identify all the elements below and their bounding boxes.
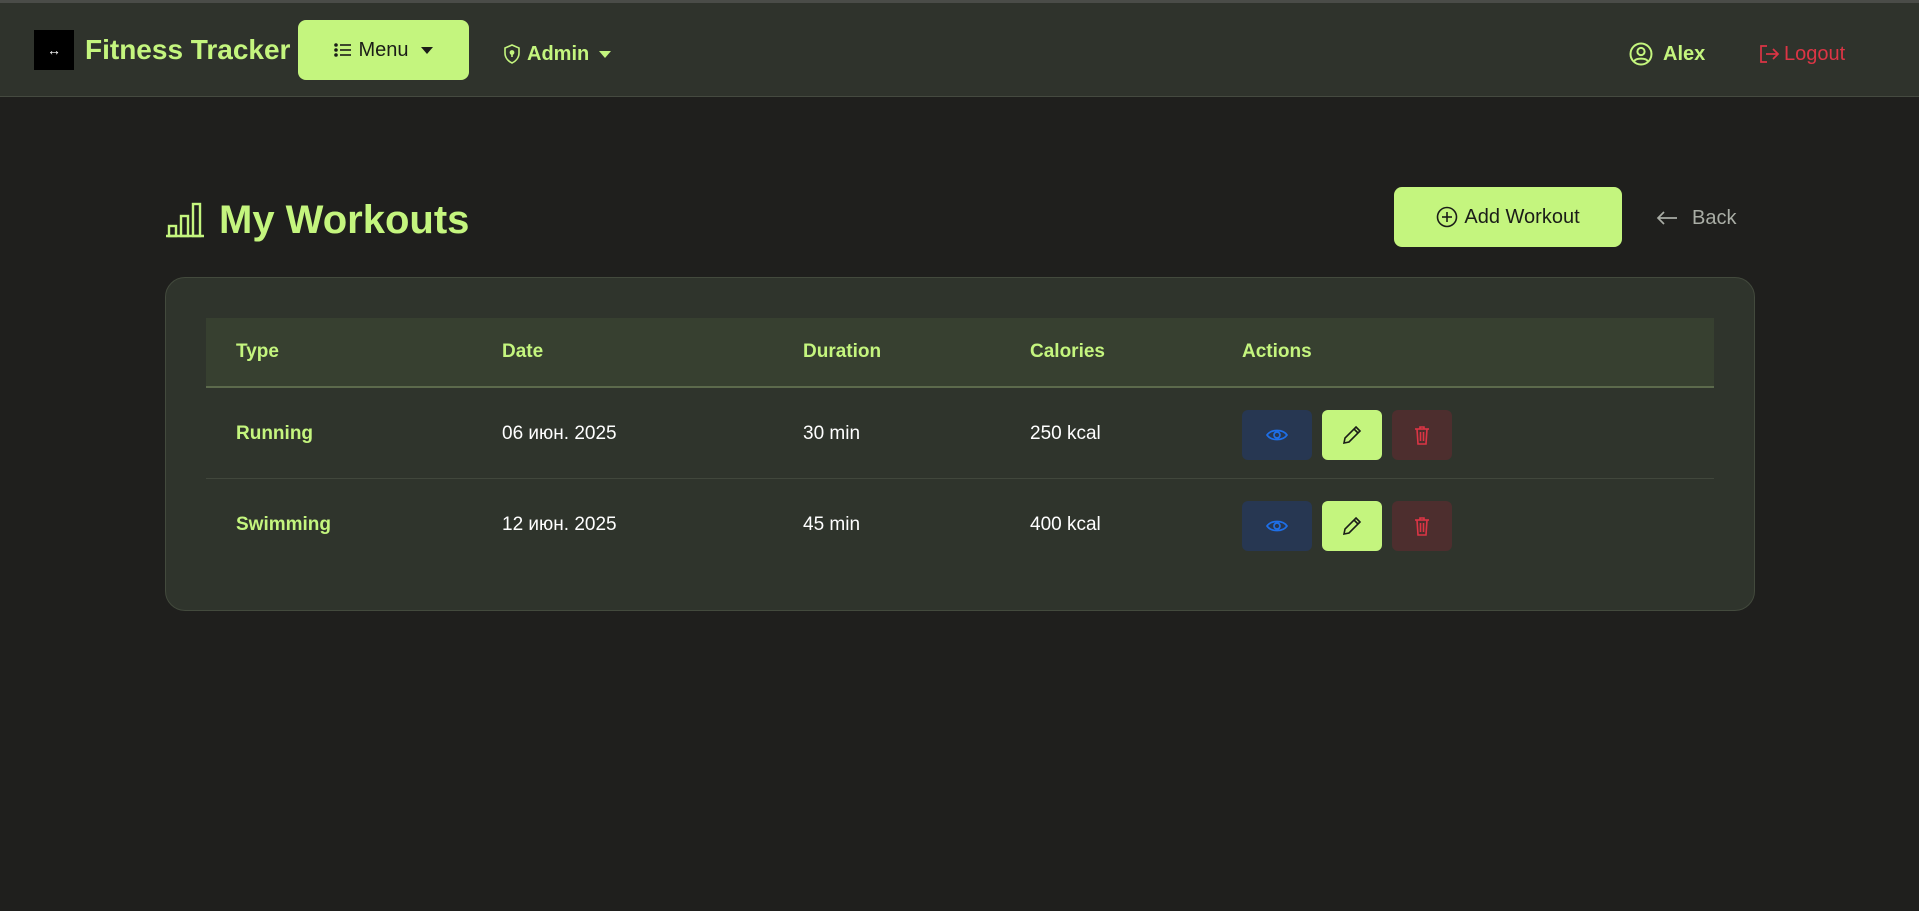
table-header: Type Date Duration Calories Actions <box>206 318 1714 388</box>
column-header-type: Type <box>236 341 279 362</box>
page-header: My Workouts <box>165 195 469 245</box>
back-link[interactable]: Back <box>1656 203 1736 233</box>
navbar: ↔ Fitness Tracker Menu Admin Alex Logout <box>0 3 1919 97</box>
edit-button[interactable] <box>1322 501 1382 551</box>
user-name: Alex <box>1663 42 1706 65</box>
cell-type: Running <box>236 423 314 444</box>
user-circle-icon <box>1629 42 1653 66</box>
workouts-card: Type Date Duration Calories Actions Runn… <box>165 277 1755 611</box>
cell-calories: 400 kcal <box>1030 514 1101 535</box>
logout-label: Logout <box>1784 42 1846 65</box>
trash-icon <box>1414 516 1430 536</box>
logout-link[interactable]: Logout <box>1758 39 1845 69</box>
column-header-calories: Calories <box>1030 341 1105 362</box>
view-button[interactable] <box>1242 501 1312 551</box>
cell-date: 06 июн. 2025 <box>502 423 617 444</box>
brand-name: Fitness Tracker <box>85 34 291 65</box>
admin-label: Admin <box>527 42 590 65</box>
caret-down-icon <box>599 50 612 58</box>
delete-button[interactable] <box>1392 410 1452 460</box>
user-profile-link[interactable]: Alex <box>1629 39 1705 69</box>
admin-dropdown[interactable]: Admin <box>503 40 612 68</box>
bar-chart-icon <box>165 202 205 238</box>
menu-dropdown-button[interactable]: Menu <box>298 20 469 80</box>
pencil-icon <box>1342 425 1362 445</box>
edit-button[interactable] <box>1322 410 1382 460</box>
pencil-icon <box>1342 516 1362 536</box>
eye-icon <box>1266 428 1288 442</box>
plus-circle-icon <box>1436 206 1458 228</box>
dumbbell-icon: ↔ <box>34 30 74 70</box>
cell-type: Swimming <box>236 514 332 535</box>
table-row: Swimming 12 июн. 2025 45 min 400 kcal <box>206 480 1714 570</box>
caret-down-icon <box>420 46 433 54</box>
cell-duration: 30 min <box>803 423 861 444</box>
add-workout-label: Add Workout <box>1464 205 1580 228</box>
row-actions <box>1242 410 1462 460</box>
eye-icon <box>1266 519 1288 533</box>
column-header-actions: Actions <box>1242 341 1312 362</box>
menu-label: Menu <box>358 38 409 61</box>
arrow-left-icon <box>1656 211 1678 225</box>
logout-icon <box>1758 44 1780 64</box>
cell-duration: 45 min <box>803 514 861 535</box>
add-workout-button[interactable]: Add Workout <box>1394 187 1622 247</box>
cell-calories: 250 kcal <box>1030 423 1101 444</box>
row-actions <box>1242 501 1462 551</box>
back-label: Back <box>1692 206 1737 229</box>
shield-icon <box>503 44 521 64</box>
column-header-duration: Duration <box>803 341 882 362</box>
cell-date: 12 июн. 2025 <box>502 514 617 535</box>
page-title: My Workouts <box>219 197 470 242</box>
list-icon <box>334 42 352 58</box>
view-button[interactable] <box>1242 410 1312 460</box>
trash-icon <box>1414 425 1430 445</box>
brand[interactable]: ↔ Fitness Tracker <box>34 30 290 70</box>
table-row: Running 06 июн. 2025 30 min 250 kcal <box>206 389 1714 479</box>
column-header-date: Date <box>502 341 544 362</box>
delete-button[interactable] <box>1392 501 1452 551</box>
